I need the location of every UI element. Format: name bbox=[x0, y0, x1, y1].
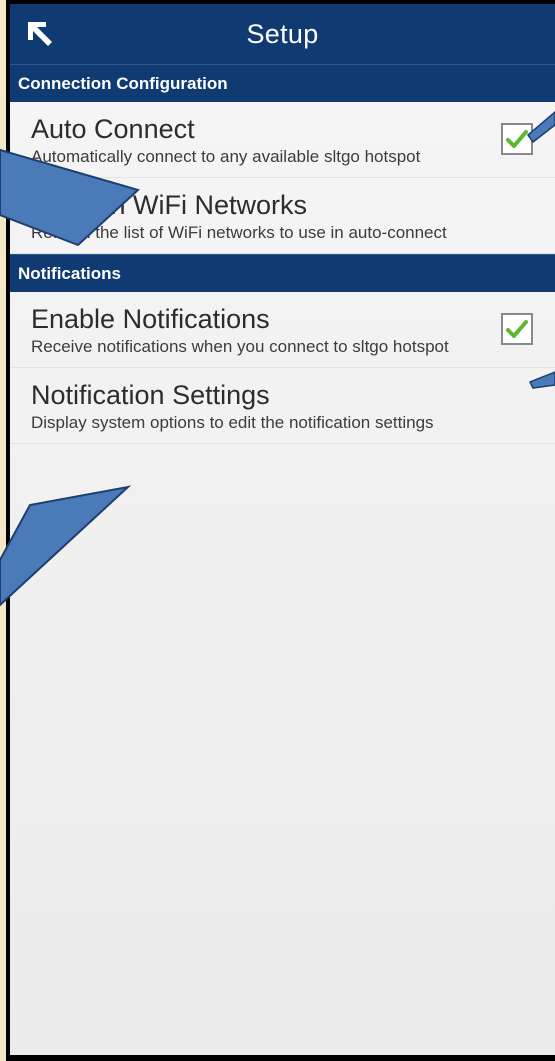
notification-settings-item[interactable]: Notification Settings Display system opt… bbox=[10, 368, 555, 444]
item-title: Notification Settings bbox=[31, 380, 270, 410]
enable-notifications-item[interactable]: Enable Notifications Receive notificatio… bbox=[10, 292, 555, 368]
item-subtitle: Refresh the list of WiFi networks to use… bbox=[31, 223, 447, 242]
item-subtitle: Display system options to edit the notif… bbox=[31, 413, 434, 432]
item-title: Auto Connect bbox=[31, 114, 195, 144]
page-title: Setup bbox=[246, 18, 319, 49]
item-subtitle: Receive notifications when you connect t… bbox=[31, 337, 449, 356]
auto-connect-checkbox[interactable] bbox=[501, 122, 533, 155]
section-header-connection: Connection Configuration bbox=[10, 64, 555, 102]
refresh-wifi-item[interactable]: Refresh WiFi Networks Refresh the list o… bbox=[10, 178, 555, 254]
back-arrow-icon[interactable] bbox=[24, 18, 56, 50]
phone-frame: Setup Connection Configuration Auto Conn… bbox=[6, 0, 555, 1061]
enable-notifications-checkbox[interactable] bbox=[501, 312, 533, 345]
checkmark-icon bbox=[506, 319, 528, 338]
item-subtitle: Automatically connect to any available s… bbox=[31, 147, 421, 166]
section-header-notifications: Notifications bbox=[10, 254, 555, 292]
item-title: Enable Notifications bbox=[31, 304, 270, 334]
item-title: Refresh WiFi Networks bbox=[31, 190, 308, 220]
auto-connect-item[interactable]: Auto Connect Automatically connect to an… bbox=[10, 102, 555, 178]
app-screen: Setup Connection Configuration Auto Conn… bbox=[10, 4, 555, 1055]
app-bar: Setup bbox=[10, 4, 555, 64]
checkmark-icon bbox=[506, 129, 528, 148]
